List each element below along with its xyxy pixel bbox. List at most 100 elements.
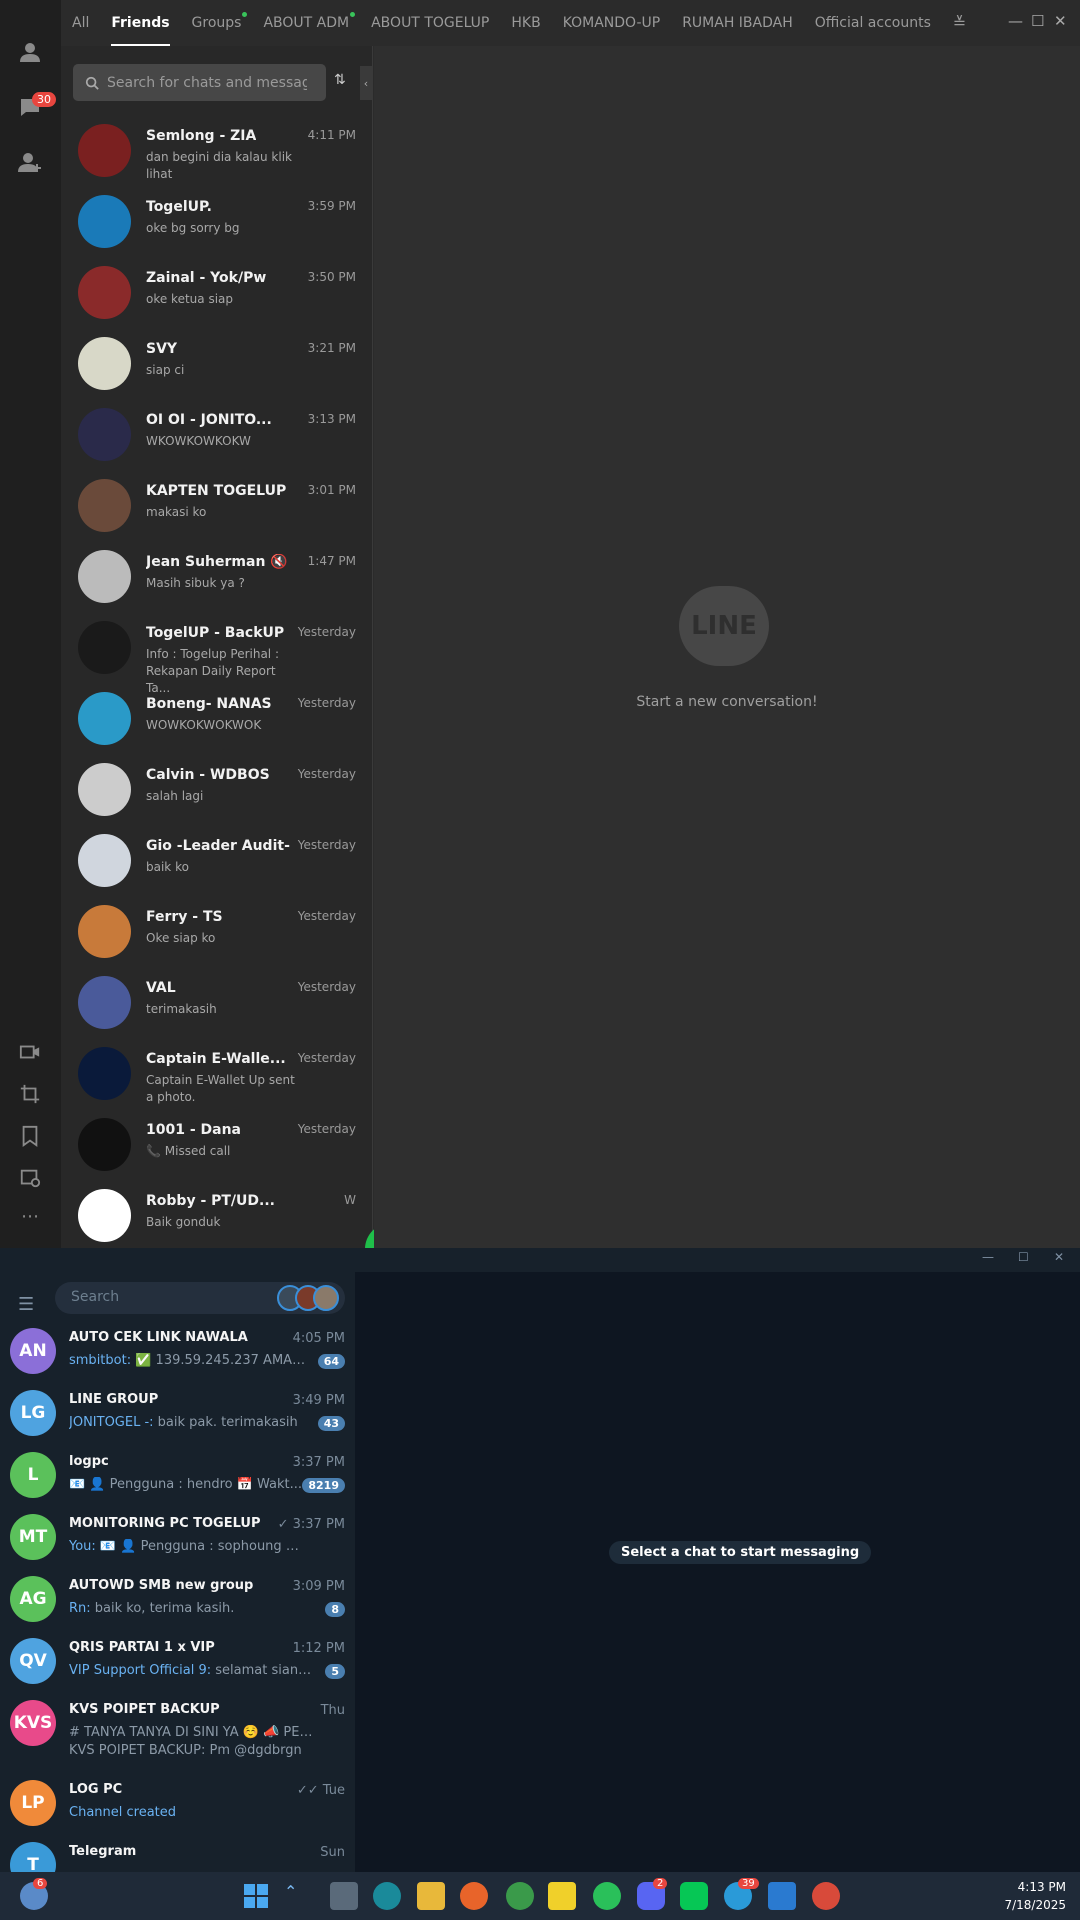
tab-settings-icon[interactable]: ≚ [953,0,966,46]
sticky-notes-icon[interactable] [548,1882,576,1910]
line-app-icon[interactable] [680,1882,708,1910]
avatar: AN [10,1328,56,1374]
empty-state-text: Select a chat to start messaging [609,1541,872,1564]
stories-avatars[interactable] [277,1285,339,1311]
tab-official-accounts[interactable]: Official accounts [815,0,931,46]
avatar: MT [10,1514,56,1560]
start-icon[interactable] [242,1882,270,1910]
telegram-chat-item[interactable]: MT MONITORING PC TOGELUP ✓ 3:37 PM You: 📧 👤… [0,1508,355,1570]
tab-about-togelup[interactable]: ABOUT TOGELUP [371,0,489,46]
line-chat-item[interactable]: 1001 - Dana 📞 Missed call Yesterday [61,1110,373,1181]
line-chat-item[interactable]: OI OI - JONITO... WKOWKOWKOKW 3:13 PM [61,400,373,471]
telegram-chat-item[interactable]: AN AUTO CEK LINK NAWALA 4:05 PM smbitbot: ✅… [0,1322,355,1384]
tab-all[interactable]: All [72,0,89,46]
more-icon[interactable]: ⋯ [14,1200,46,1232]
screenshot-icon[interactable] [14,1078,46,1110]
chat-preview: Rn: baik ko, terima kasih. [69,1601,314,1616]
telegram-chat-item[interactable]: KVS KVS POIPET BACKUP Thu # TANYA TANYA DI … [0,1694,355,1758]
chat-time: 3:59 PM [307,199,356,213]
telegram-chat-item[interactable]: LP LOG PC ✓✓ Tue Channel created [0,1774,355,1836]
chat-preview: Oke siap ko [146,931,216,945]
tab-rumah-ibadah[interactable]: RUMAH IBADAH [682,0,793,46]
whatsapp-icon[interactable] [593,1882,621,1910]
chat-time: W [344,1193,356,1207]
line-chat-item[interactable]: VAL terimakasih Yesterday [61,968,373,1039]
vscode-icon[interactable] [768,1882,796,1910]
mute-notifications-icon[interactable] [14,1162,46,1194]
avatar [78,621,131,674]
firefox-icon[interactable] [460,1882,488,1910]
line-chat-item[interactable]: Jean Suherman 🔇 Masih sibuk ya ? 1:47 PM [61,542,373,613]
line-chat-item[interactable]: Boneng- NANAS WOWKOKWOKWOK Yesterday [61,684,373,755]
chat-name: Robby - PT/UD... [146,1193,275,1209]
search-icon[interactable]: ⌃ [284,1882,312,1910]
chat-preview-line2: KVS POIPET BACKUP: Pm @dgdbrgn [69,1743,302,1758]
minimize-icon[interactable]: — [1008,12,1023,30]
close-icon[interactable]: ✕ [1054,1250,1064,1264]
tab-label: Groups [191,15,242,31]
avatar [78,976,131,1029]
message-sender: VIP Support Official 9: [69,1663,212,1678]
line-chat-item[interactable]: Zainal - Yok/Pw oke ketua siap 3:50 PM [61,258,373,329]
system-clock[interactable]: 4:13 PM 7/18/2025 [1004,1878,1066,1914]
line-chat-item[interactable]: SVY siap ci 3:21 PM [61,329,373,400]
tab-groups[interactable]: Groups [191,0,248,46]
telegram-search-input[interactable] [71,1289,271,1305]
chrome-icon[interactable] [812,1882,840,1910]
keep-bookmark-icon[interactable] [14,1120,46,1152]
chat-preview: You: 📧 👤 Pengguna : sophoung 📅 Wak... [69,1539,314,1554]
chat-time: 3:13 PM [307,412,356,426]
line-chat-item[interactable]: TogelUP - BackUP Info : Togelup Perihal :… [61,613,373,695]
chat-name: KVS POIPET BACKUP [69,1702,220,1717]
chat-time: Yesterday [297,625,356,639]
file-explorer-icon[interactable] [417,1882,445,1910]
chat-time: Yesterday [297,696,356,710]
empty-state-text: Start a new conversation! [636,694,818,710]
weather-badge: 6 [33,1878,48,1889]
line-chat-item[interactable]: KAPTEN TOGELUP makasi ko 3:01 PM [61,471,373,542]
collapse-panel-icon[interactable]: ‹ [360,66,372,100]
line-chat-item[interactable]: Ferry - TS Oke siap ko Yesterday [61,897,373,968]
telegram-chat-item[interactable]: LG LINE GROUP 3:49 PM JONITOGEL -: baik pak… [0,1384,355,1446]
hamburger-menu-icon[interactable]: ☰ [18,1294,34,1315]
avatar [78,834,131,887]
sort-icon[interactable]: ⇅ [334,72,346,88]
line-chat-item[interactable]: Captain E-Walle... Captain E-Wallet Up se… [61,1039,373,1110]
chrome-icon[interactable] [506,1882,534,1910]
line-search-box[interactable] [73,64,326,101]
add-friend-icon[interactable] [14,146,46,178]
story-avatar[interactable] [313,1285,339,1311]
profile-icon[interactable] [14,36,46,68]
line-chat-item[interactable]: Gio -Leader Audit-baik ko Yesterday [61,826,373,897]
line-chat-item[interactable]: Semlong - ZIA dan begini dia kalau klik l… [61,116,373,187]
chat-name: Zainal - Yok/Pw [146,270,267,286]
telegram-chat-item[interactable]: AG AUTOWD SMB new group 3:09 PM Rn: baik ko… [0,1570,355,1632]
line-search-input[interactable] [107,74,307,91]
line-chat-item[interactable]: TogelUP. oke bg sorry bg 3:59 PM [61,187,373,258]
avatar: LG [10,1390,56,1436]
telegram-search-box[interactable] [55,1282,345,1314]
tab-friends[interactable]: Friends [111,0,170,46]
new-dot [350,12,356,17]
line-chat-item[interactable]: Calvin - WDBOS salah lagi Yesterday [61,755,373,826]
maximize-icon[interactable]: ☐ [1031,12,1044,30]
chat-name: KAPTEN TOGELUP [146,483,287,499]
chat-preview: smbitbot: ✅ 139.59.245.237 AMAN ✅ ... [69,1353,314,1368]
video-call-icon[interactable] [14,1036,46,1068]
tab-hkb[interactable]: HKB [511,0,540,46]
message-text: baik pak. terimakasih [153,1415,298,1430]
close-icon[interactable]: ✕ [1054,12,1067,30]
maximize-icon[interactable]: ☐ [1018,1250,1029,1264]
avatar: AG [10,1576,56,1622]
line-chat-item[interactable]: Robby - PT/UD... Baik gonduk W [61,1181,373,1252]
edge-browser-icon[interactable] [373,1882,401,1910]
minimize-icon[interactable]: — [982,1250,994,1264]
tab-about-adm[interactable]: ABOUT ADM [263,0,356,46]
telegram-chat-item[interactable]: QV QRIS PARTAI 1 x VIP 1:12 PM VIP Support … [0,1632,355,1694]
telegram-chat-item[interactable]: Llogpc 3:37 PM 📧 👤 Pengguna : hendro 📅 Wak… [0,1446,355,1508]
tab-komando-up[interactable]: KOMANDO-UP [563,0,661,46]
chat-time: 1:12 PM [292,1641,345,1656]
chat-name: OI OI - JONITO... [146,412,272,428]
telegram-conversation-area: Select a chat to start messaging [356,1272,1080,1872]
task-view-icon[interactable] [330,1882,358,1910]
